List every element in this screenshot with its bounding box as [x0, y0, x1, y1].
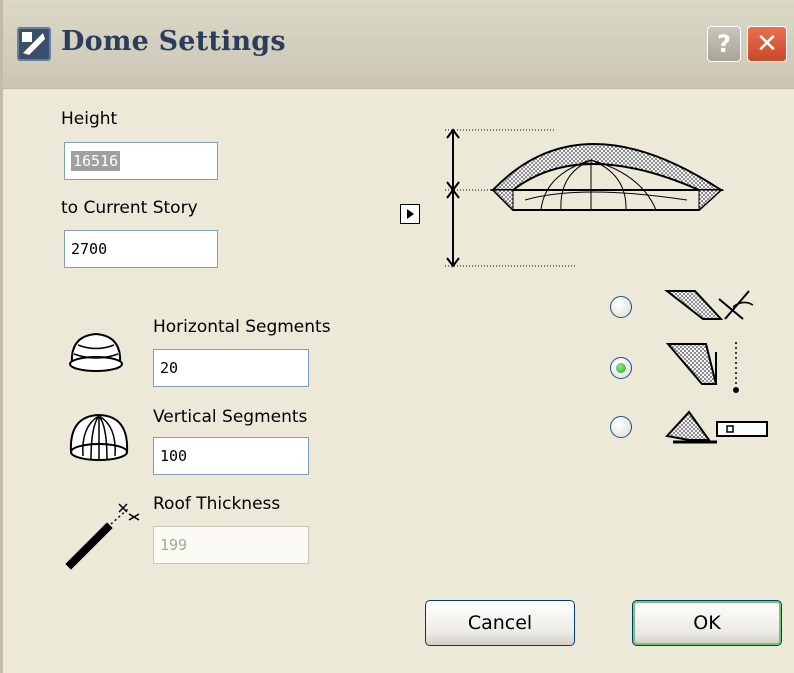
- horizontal-segments-icon: [69, 332, 123, 372]
- story-input-value: 2700: [71, 240, 108, 258]
- close-button[interactable]: ✕: [747, 26, 787, 62]
- vertical-segments-icon: [69, 413, 129, 461]
- roof-thickness-value: 199: [160, 536, 188, 554]
- ok-button[interactable]: OK: [632, 600, 782, 646]
- horizontal-segments-label: Horizontal Segments: [153, 317, 331, 337]
- roof-vertical-icon: [665, 342, 739, 393]
- vertical-segments-input[interactable]: 100: [153, 437, 309, 475]
- horizontal-segments-input[interactable]: 20: [153, 349, 309, 387]
- height-input-value: 16516: [71, 151, 121, 171]
- roof-thickness-label: Roof Thickness: [153, 494, 281, 514]
- height-label: Height: [61, 109, 118, 129]
- expand-arrow-button[interactable]: [400, 204, 420, 224]
- magic-wand-icon: [65, 503, 140, 570]
- option-horizontal-radio[interactable]: [610, 416, 632, 438]
- height-input[interactable]: 16516: [64, 142, 218, 180]
- cancel-button[interactable]: Cancel: [425, 600, 575, 646]
- vertical-segments-label: Vertical Segments: [153, 407, 308, 427]
- horizontal-segments-value: 20: [160, 359, 179, 377]
- roof-thickness-input: 199: [153, 526, 309, 564]
- option-vertical-radio[interactable]: [610, 357, 632, 379]
- vertical-segments-value: 100: [160, 447, 188, 465]
- roof-horizontal-icon: [665, 410, 768, 444]
- title-bar[interactable]: Dome Settings ? ✕: [3, 0, 794, 89]
- dome-settings-dialog: Dome Settings ? ✕ Height 16516 to Curren…: [0, 0, 794, 673]
- dialog-title: Dome Settings: [61, 26, 286, 57]
- app-icon: [17, 27, 51, 61]
- option-angle-radio[interactable]: [610, 296, 632, 318]
- help-button[interactable]: ?: [707, 26, 741, 62]
- story-label: to Current Story: [61, 198, 198, 218]
- dome-preview-icon: [445, 128, 725, 268]
- story-input[interactable]: 2700: [64, 230, 218, 268]
- roof-angle-icon: [664, 290, 754, 320]
